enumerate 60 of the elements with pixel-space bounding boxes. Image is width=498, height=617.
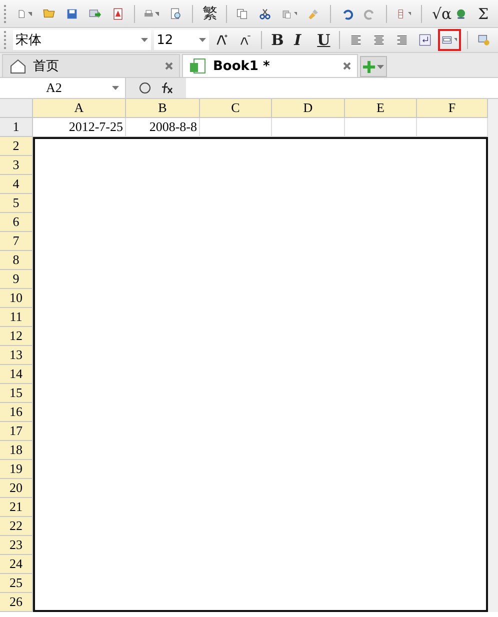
row-header[interactable]: 21	[0, 498, 33, 517]
row-header[interactable]: 12	[0, 327, 33, 346]
close-icon[interactable]	[165, 62, 173, 70]
row-header[interactable]: 10	[0, 289, 33, 308]
row-header[interactable]: 26	[0, 593, 33, 612]
row-header[interactable]: 9	[0, 270, 33, 289]
caret-icon[interactable]	[28, 12, 32, 16]
row-header[interactable]: 11	[0, 308, 33, 327]
row-header[interactable]: 25	[0, 574, 33, 593]
toolbar-button[interactable]: Σ	[474, 2, 494, 24]
column-header[interactable]: B	[126, 99, 200, 118]
column-header[interactable]: D	[272, 99, 345, 118]
toolbar-button[interactable]: U	[313, 29, 334, 51]
column-header[interactable]: F	[417, 99, 488, 118]
row-header[interactable]: 22	[0, 517, 33, 536]
row-header[interactable]: 8	[0, 251, 33, 270]
caret-icon[interactable]	[155, 12, 159, 16]
row-header[interactable]: 18	[0, 441, 33, 460]
row-header[interactable]: 17	[0, 422, 33, 441]
row-header[interactable]: 13	[0, 346, 33, 365]
row-header[interactable]: 15	[0, 384, 33, 403]
caret-icon[interactable]	[294, 12, 298, 16]
new-tab-button[interactable]	[360, 56, 387, 77]
row-header[interactable]: 3	[0, 156, 33, 175]
row-header[interactable]: 4	[0, 175, 33, 194]
toolbar-button[interactable]: 繁	[198, 2, 220, 24]
plus-icon	[363, 60, 375, 72]
lookup-icon[interactable]	[139, 82, 151, 94]
column-header[interactable]: E	[345, 99, 417, 118]
row-header[interactable]: 14	[0, 365, 33, 384]
house-icon	[9, 57, 27, 75]
row-header[interactable]: 23	[0, 536, 33, 555]
row-header[interactable]: 24	[0, 555, 33, 574]
row-header[interactable]: 1	[0, 118, 33, 137]
row-header[interactable]: 16	[0, 403, 33, 422]
spreadsheet-icon	[189, 57, 207, 75]
caret-icon[interactable]	[140, 38, 148, 42]
close-icon[interactable]	[343, 62, 351, 70]
font-size-field[interactable]: 12	[154, 30, 209, 50]
toolbar-button[interactable]: B	[267, 29, 288, 51]
function-icon[interactable]	[159, 82, 173, 94]
folder-icon	[42, 7, 54, 20]
caret-icon[interactable]	[408, 12, 412, 16]
caret-icon[interactable]	[377, 64, 384, 68]
caret-icon[interactable]	[112, 86, 119, 90]
row-header[interactable]: 19	[0, 460, 33, 479]
selected-merged-cell[interactable]	[33, 137, 488, 612]
document-tab[interactable]: Book1 *	[182, 54, 358, 77]
caret-icon[interactable]	[198, 38, 206, 42]
document-tab[interactable]: 首页	[2, 54, 180, 77]
column-header[interactable]: A	[33, 99, 126, 118]
row-header[interactable]: 6	[0, 213, 33, 232]
column-header[interactable]: C	[200, 99, 272, 118]
row-header[interactable]: 5	[0, 194, 33, 213]
row-header[interactable]: 7	[0, 232, 33, 251]
caret-icon[interactable]	[454, 38, 458, 42]
toolbar-button[interactable]: I	[290, 29, 310, 51]
row-header[interactable]: 2	[0, 137, 33, 156]
font-name-field[interactable]: 宋体	[12, 30, 151, 50]
row-header[interactable]: 20	[0, 479, 33, 498]
